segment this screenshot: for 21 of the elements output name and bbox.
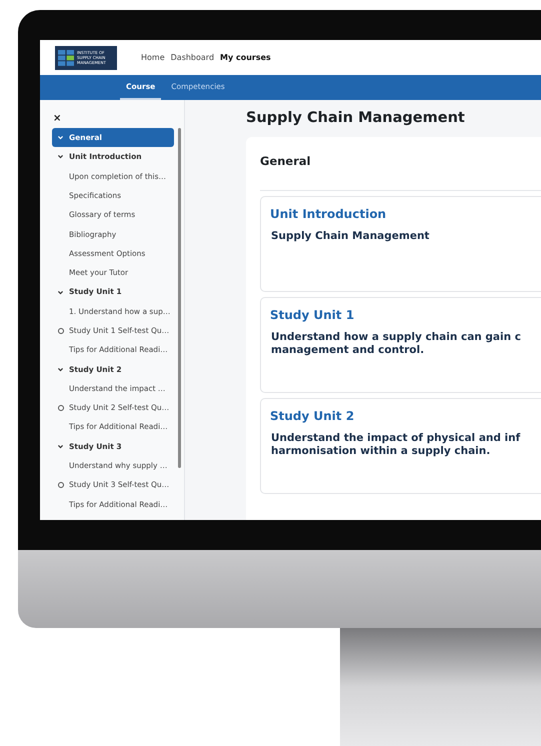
chevron-icon[interactable] — [57, 442, 64, 450]
card-text: Supply Chain Management — [271, 230, 430, 244]
nav-link[interactable]: Dashboard — [170, 52, 214, 64]
chevron-icon[interactable] — [57, 134, 64, 142]
card-heading[interactable]: Unit Introduction — [270, 205, 541, 224]
card-heading[interactable]: Study Unit 2 — [270, 407, 541, 426]
nav-link[interactable]: Home — [141, 52, 165, 64]
card-text: Understand how a supply chain can gain c — [271, 331, 522, 344]
card-text: management and control. — [271, 344, 426, 358]
chevron-icon[interactable] — [57, 366, 64, 373]
chevron-icon[interactable] — [57, 153, 64, 160]
course-title: Supply Chain Management — [246, 109, 466, 128]
card-text: Understand the impact of physical and inf — [271, 432, 522, 446]
section-title: General — [260, 153, 541, 192]
card-heading[interactable]: Study Unit 1 — [270, 306, 541, 324]
nav-link[interactable]: My courses — [220, 52, 271, 64]
close-button[interactable]: × — [52, 110, 62, 128]
chevron-icon[interactable] — [57, 288, 64, 296]
scrollbar-thumb[interactable] — [178, 128, 181, 468]
card-text: harmonisation within a supply chain. — [271, 445, 492, 458]
logo-squares-icon — [58, 50, 74, 66]
